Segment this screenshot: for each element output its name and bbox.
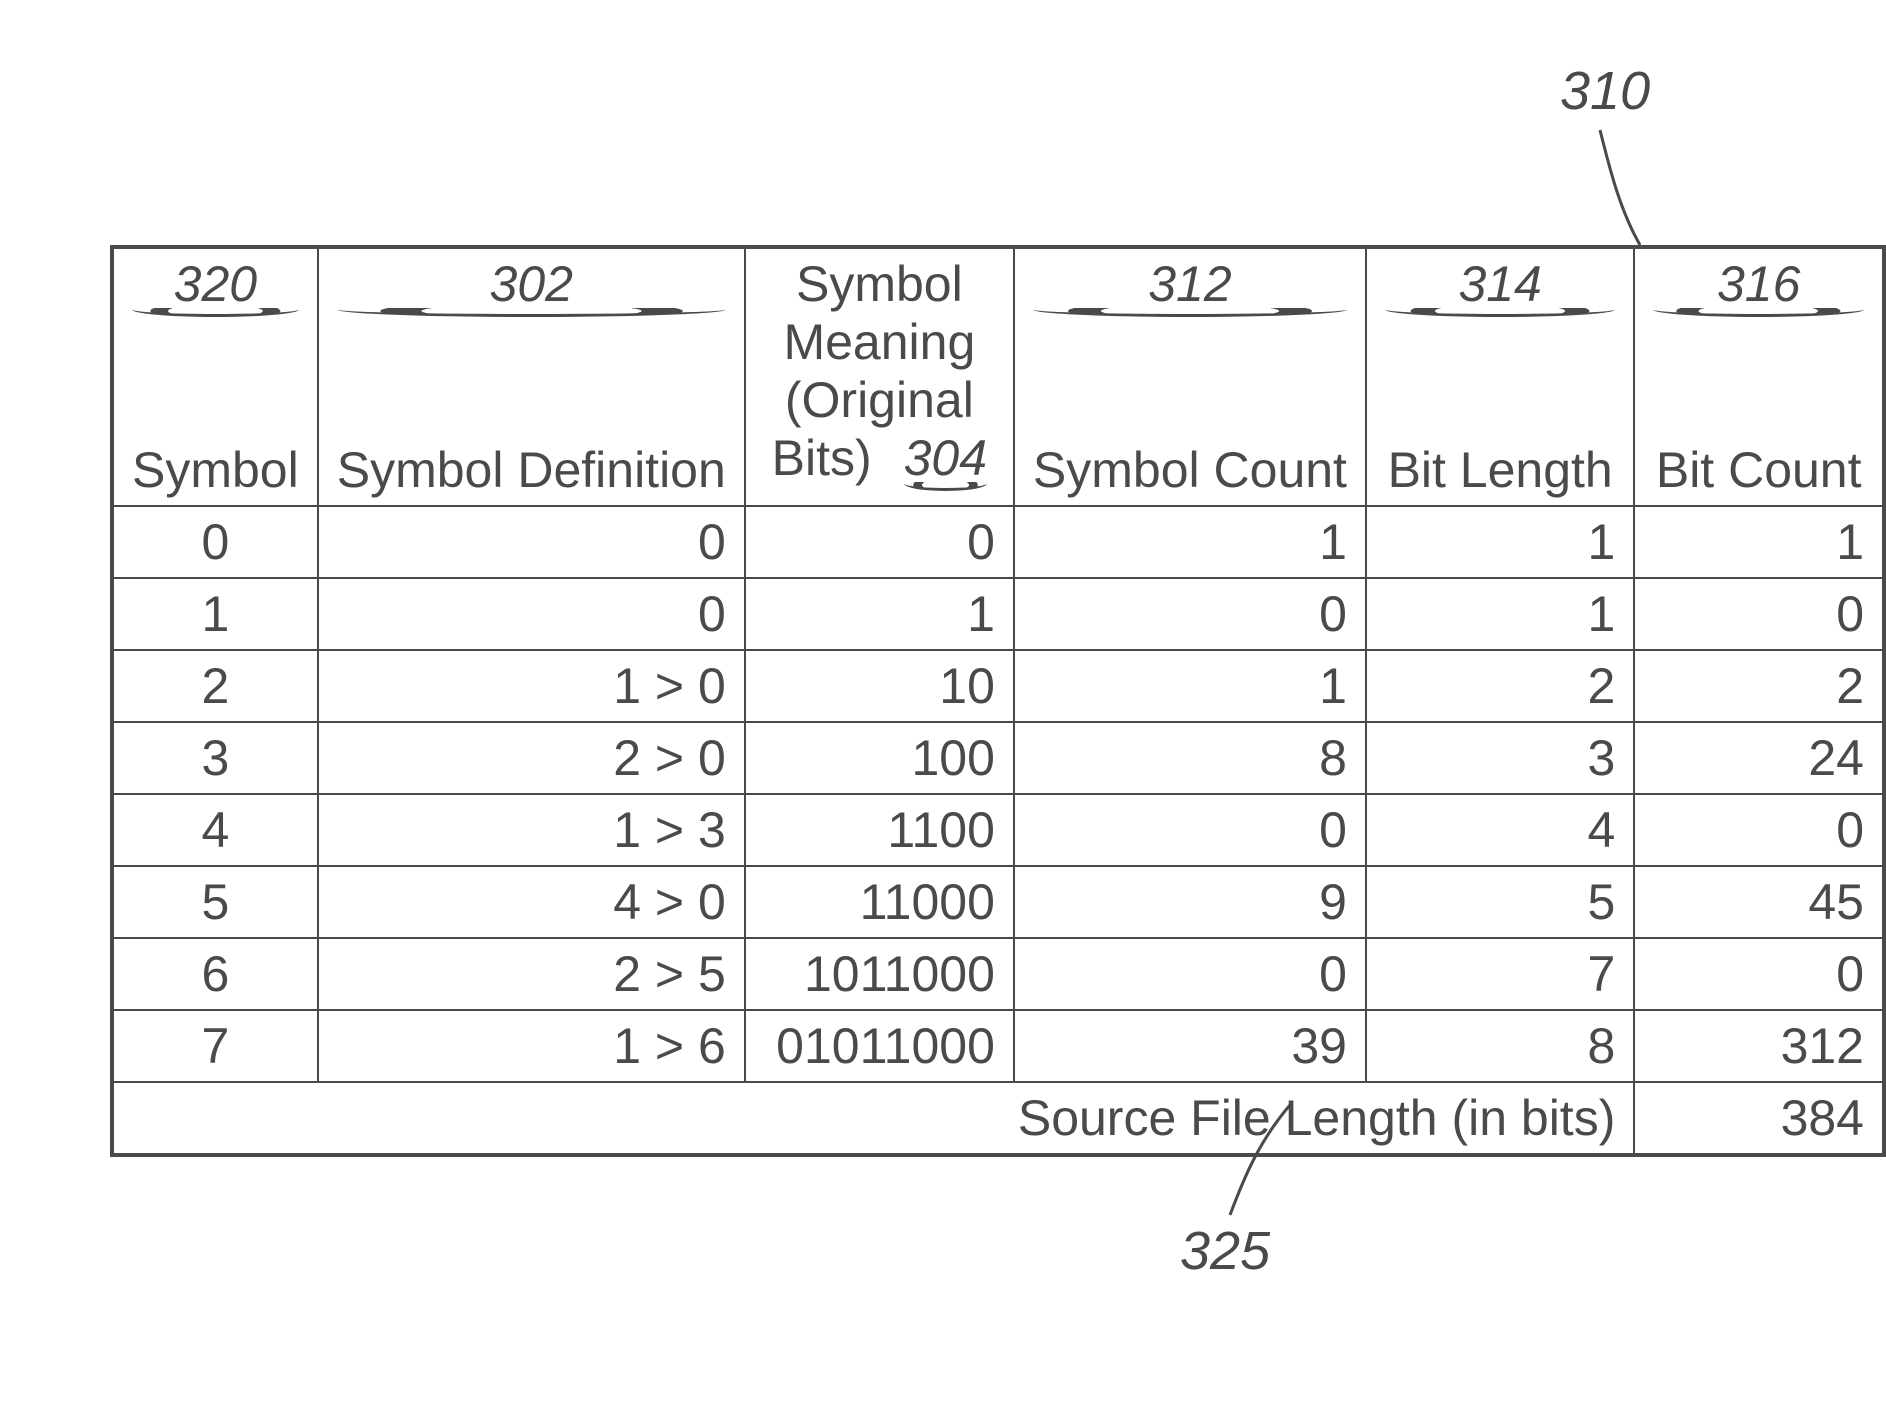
cell-symbol: 6 bbox=[112, 938, 318, 1010]
cell-count: 8 bbox=[1014, 722, 1366, 794]
cell-count: 0 bbox=[1014, 938, 1366, 1010]
table-row: 32 > 01008324 bbox=[112, 722, 1884, 794]
cell-bitcount: 1 bbox=[1634, 506, 1884, 578]
col-label-meaning-l2: Meaning bbox=[764, 313, 995, 371]
ref-304: 304 bbox=[904, 429, 987, 491]
cell-meaning: 1011000 bbox=[745, 938, 1014, 1010]
table-row: 71 > 601011000398312 bbox=[112, 1010, 1884, 1082]
table-row: 62 > 51011000070 bbox=[112, 938, 1884, 1010]
cell-symbol: 5 bbox=[112, 866, 318, 938]
table-footer-row: Source File Length (in bits) 384 bbox=[112, 1082, 1884, 1155]
ref-312: 312 bbox=[1033, 255, 1347, 317]
cell-bitcount: 312 bbox=[1634, 1010, 1884, 1082]
cell-symbol: 0 bbox=[112, 506, 318, 578]
col-header-meaning: Symbol Meaning (Original Bits) 304 bbox=[745, 247, 1014, 506]
cell-count: 0 bbox=[1014, 794, 1366, 866]
cell-bitlen: 8 bbox=[1366, 1010, 1634, 1082]
table-row: 21 > 010122 bbox=[112, 650, 1884, 722]
cell-meaning: 1 bbox=[745, 578, 1014, 650]
ref-316: 316 bbox=[1653, 255, 1864, 317]
ref-302: 302 bbox=[337, 255, 726, 317]
cell-count: 1 bbox=[1014, 650, 1366, 722]
cell-meaning: 1100 bbox=[745, 794, 1014, 866]
cell-meaning: 10 bbox=[745, 650, 1014, 722]
cell-bitlen: 2 bbox=[1366, 650, 1634, 722]
cell-definition: 4 > 0 bbox=[318, 866, 745, 938]
cell-symbol: 4 bbox=[112, 794, 318, 866]
table-row: 41 > 31100040 bbox=[112, 794, 1884, 866]
cell-definition: 2 > 5 bbox=[318, 938, 745, 1010]
symbol-table: 320 Symbol 302 Symbol Definition Symbol … bbox=[110, 245, 1886, 1157]
cell-meaning: 0 bbox=[745, 506, 1014, 578]
cell-bitcount: 2 bbox=[1634, 650, 1884, 722]
cell-symbol: 2 bbox=[112, 650, 318, 722]
cell-count: 9 bbox=[1014, 866, 1366, 938]
cell-bitcount: 24 bbox=[1634, 722, 1884, 794]
col-label-meaning-l3: (Original bbox=[764, 371, 995, 429]
ref-320: 320 bbox=[132, 255, 299, 317]
cell-bitlen: 1 bbox=[1366, 506, 1634, 578]
cell-count: 1 bbox=[1014, 506, 1366, 578]
col-header-bitcount: 316 Bit Count bbox=[1634, 247, 1884, 506]
cell-definition: 0 bbox=[318, 506, 745, 578]
cell-bitcount: 45 bbox=[1634, 866, 1884, 938]
col-label-symbol: Symbol bbox=[132, 441, 299, 499]
cell-meaning: 11000 bbox=[745, 866, 1014, 938]
col-label-bitcount: Bit Count bbox=[1653, 441, 1864, 499]
cell-meaning: 01011000 bbox=[745, 1010, 1014, 1082]
callout-325: 325 bbox=[1180, 1220, 1270, 1282]
footer-value: 384 bbox=[1634, 1082, 1884, 1155]
cell-definition: 1 > 3 bbox=[318, 794, 745, 866]
footer-label: Source File Length (in bits) bbox=[112, 1082, 1634, 1155]
cell-symbol: 1 bbox=[112, 578, 318, 650]
cell-symbol: 3 bbox=[112, 722, 318, 794]
col-header-symbol: 320 Symbol bbox=[112, 247, 318, 506]
col-label-meaning-l1: Symbol bbox=[764, 255, 995, 313]
col-label-count: Symbol Count bbox=[1033, 441, 1347, 499]
cell-count: 39 bbox=[1014, 1010, 1366, 1082]
cell-count: 0 bbox=[1014, 578, 1366, 650]
table-header-row: 320 Symbol 302 Symbol Definition Symbol … bbox=[112, 247, 1884, 506]
col-label-definition: Symbol Definition bbox=[337, 441, 726, 499]
cell-bitlen: 7 bbox=[1366, 938, 1634, 1010]
table-body: 00011110101021 > 01012232 > 0100832441 >… bbox=[112, 506, 1884, 1082]
cell-meaning: 100 bbox=[745, 722, 1014, 794]
cell-definition: 1 > 0 bbox=[318, 650, 745, 722]
cell-symbol: 7 bbox=[112, 1010, 318, 1082]
cell-bitlen: 1 bbox=[1366, 578, 1634, 650]
cell-definition: 0 bbox=[318, 578, 745, 650]
cell-bitlen: 4 bbox=[1366, 794, 1634, 866]
cell-definition: 2 > 0 bbox=[318, 722, 745, 794]
cell-bitcount: 0 bbox=[1634, 794, 1884, 866]
cell-bitlen: 5 bbox=[1366, 866, 1634, 938]
cell-bitlen: 3 bbox=[1366, 722, 1634, 794]
col-header-definition: 302 Symbol Definition bbox=[318, 247, 745, 506]
table-row: 54 > 0110009545 bbox=[112, 866, 1884, 938]
cell-bitcount: 0 bbox=[1634, 938, 1884, 1010]
col-header-bitlen: 314 Bit Length bbox=[1366, 247, 1634, 506]
col-label-bitlen: Bit Length bbox=[1385, 441, 1615, 499]
table-row: 000111 bbox=[112, 506, 1884, 578]
figure-310-table-wrap: 320 Symbol 302 Symbol Definition Symbol … bbox=[110, 245, 1886, 1157]
cell-bitcount: 0 bbox=[1634, 578, 1884, 650]
table-row: 101010 bbox=[112, 578, 1884, 650]
callout-310: 310 bbox=[1560, 60, 1650, 122]
col-header-count: 312 Symbol Count bbox=[1014, 247, 1366, 506]
col-label-meaning-l4: Bits) bbox=[772, 430, 872, 486]
cell-definition: 1 > 6 bbox=[318, 1010, 745, 1082]
ref-314: 314 bbox=[1385, 255, 1615, 317]
